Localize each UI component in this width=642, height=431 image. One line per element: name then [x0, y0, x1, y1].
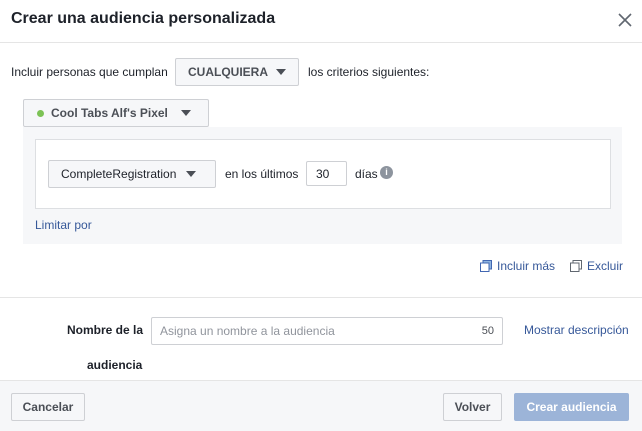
exclude-link[interactable]: Excluir — [587, 259, 623, 273]
days-unit: días — [355, 167, 378, 181]
match-type-value: CUALQUIERA — [188, 65, 268, 79]
audience-name-field[interactable]: 50 — [151, 317, 503, 345]
audience-name-label: Nombre de la — [67, 323, 144, 337]
criteria-prefix: Incluir personas que cumplan — [11, 65, 168, 79]
exclude-icon — [570, 260, 582, 272]
audience-name-input[interactable] — [160, 323, 460, 339]
info-icon[interactable]: i — [380, 166, 393, 179]
dialog-title: Crear una audiencia personalizada — [11, 10, 276, 27]
chevron-down-icon — [180, 110, 191, 116]
criteria-row: Incluir personas que cumplan CUALQUIERA … — [11, 58, 631, 86]
pixel-dropdown[interactable]: Cool Tabs Alf's Pixel — [23, 99, 209, 127]
days-input[interactable] — [306, 161, 347, 186]
rule-panel: CompleteRegistration en los últimos días… — [23, 127, 622, 244]
create-audience-button[interactable]: Crear audiencia — [514, 393, 629, 421]
section-divider — [0, 297, 642, 298]
rule-box: CompleteRegistration en los últimos días… — [35, 139, 611, 209]
dialog-footer: Cancelar Volver Crear audiencia — [0, 380, 642, 431]
chevron-down-icon — [186, 171, 197, 177]
include-more-action[interactable]: Incluir más — [480, 258, 555, 274]
char-counter: 50 — [481, 325, 494, 337]
chevron-down-icon — [276, 69, 286, 75]
event-dropdown[interactable]: CompleteRegistration — [48, 160, 216, 188]
show-description-link[interactable]: Mostrar descripción — [524, 323, 629, 337]
pixel-status-dot — [37, 109, 44, 117]
close-icon[interactable] — [616, 11, 634, 29]
criteria-suffix: los criterios siguientes: — [308, 65, 430, 79]
match-type-dropdown[interactable]: CUALQUIERA — [175, 58, 299, 86]
back-button[interactable]: Volver — [443, 393, 502, 421]
exclude-action[interactable]: Excluir — [570, 258, 623, 274]
limit-by-link[interactable]: Limitar por — [35, 218, 92, 232]
audience-name-label-2: audiencia — [87, 358, 143, 372]
include-more-link[interactable]: Incluir más — [497, 259, 555, 273]
event-name: CompleteRegistration — [61, 167, 177, 181]
cancel-button[interactable]: Cancelar — [11, 393, 85, 421]
dialog-header: Crear una audiencia personalizada — [0, 0, 642, 43]
duplicate-icon — [480, 260, 492, 272]
pixel-name: Cool Tabs Alf's Pixel — [51, 106, 168, 120]
in-last-label: en los últimos — [225, 167, 299, 181]
